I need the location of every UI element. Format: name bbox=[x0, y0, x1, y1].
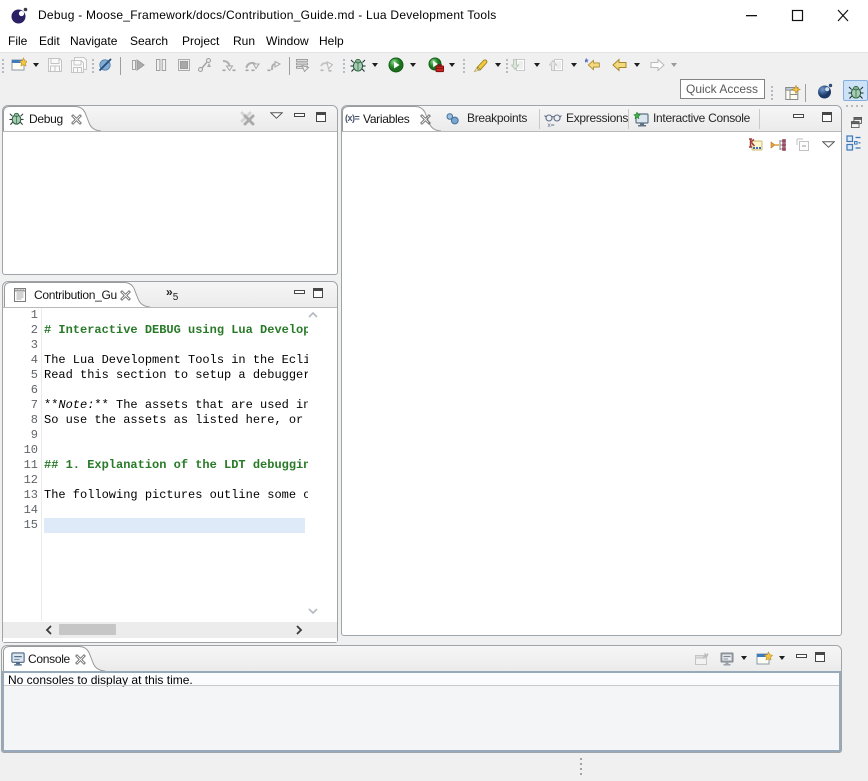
svg-text:*: * bbox=[585, 57, 589, 69]
svg-text:x=: x= bbox=[548, 122, 555, 128]
